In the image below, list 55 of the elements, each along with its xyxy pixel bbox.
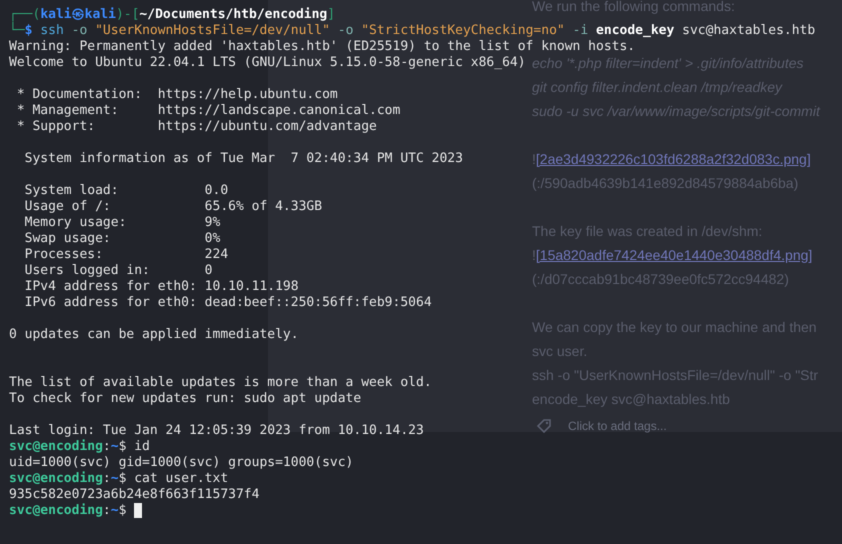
terminal-output: Memory usage: 9% xyxy=(24,215,220,230)
prompt-frame: )-[ xyxy=(116,7,140,22)
terminal-output: The list of available updates is more than a week old. xyxy=(9,375,432,390)
option-text: -i xyxy=(572,23,588,38)
terminal-output: System information as of Tue Mar 7 02:40:34 PM UTC 2023 xyxy=(24,151,463,166)
prompt-user: kali㉿kali xyxy=(40,7,116,22)
quoted-argument: "UserKnownHostsFile=/dev/null" xyxy=(95,23,330,38)
terminal-output: * Support: https://ubuntu.com/advantage xyxy=(16,119,377,134)
prompt-frame: ] xyxy=(327,7,336,22)
prompt-host: svc@encoding xyxy=(9,503,103,518)
terminal-output: * Documentation: https://help.ubuntu.com xyxy=(16,87,338,102)
terminal-output: Welcome to Ubuntu 22.04.1 LTS (GNU/Linux 5.15.0-58-generic x86_64) xyxy=(9,55,526,70)
terminal-output: Users logged in: 0 xyxy=(24,263,212,278)
tag-icon xyxy=(536,418,552,434)
prompt-path: ~ xyxy=(110,471,119,486)
terminal-output: * Management: https://landscape.canonical.com xyxy=(16,103,400,118)
prompt-frame: ┌──( xyxy=(9,7,40,22)
prompt-separator: : xyxy=(102,439,111,454)
terminal-output: uid=1000(svc) gid=1000(svc) groups=1000(svc) xyxy=(9,455,354,470)
quoted-argument: "StrictHostKeyChecking=no" xyxy=(361,23,565,38)
prompt-symbol: $ xyxy=(118,439,126,454)
command-name: ssh xyxy=(40,23,64,38)
terminal-output: Processes: 224 xyxy=(24,247,228,262)
prompt-frame: └─ xyxy=(9,23,25,38)
prompt-symbol: $ xyxy=(118,471,126,486)
terminal-output: 935c582e0723a6b24e8f663f115737f4 xyxy=(9,487,260,502)
image-link[interactable]: [2ae3d4932226c103fd6288a2f32d083c.png] xyxy=(536,151,811,167)
prompt-path: ~/Documents/htb/encoding xyxy=(139,7,328,22)
command-text: cat user.txt xyxy=(134,471,228,486)
prompt-path: ~ xyxy=(110,439,119,454)
prompt-host: svc@encoding xyxy=(9,471,103,486)
prompt-host: svc@encoding xyxy=(9,439,103,454)
option-text: -o xyxy=(338,23,354,38)
image-link[interactable]: [15a820adfe7424ee40e1440e30488df4.png] xyxy=(536,247,812,263)
key-file-name: encode_key xyxy=(596,23,674,38)
prompt-path: ~ xyxy=(110,503,119,518)
command-text: id xyxy=(134,439,150,454)
prompt-separator: : xyxy=(102,503,111,518)
terminal-output: Swap usage: 0% xyxy=(24,231,220,246)
terminal-output: IPv4 address for eth0: 10.10.11.198 xyxy=(24,279,299,294)
prompt-symbol: $ xyxy=(118,503,126,518)
terminal-output: Usage of /: 65.6% of 4.33GB xyxy=(24,199,322,214)
note-text: ! xyxy=(532,151,536,167)
terminal-output: Last login: Tue Jan 24 12:05:39 2023 from 10.10.14.23 xyxy=(9,423,424,438)
terminal-output: Warning: Permanently added 'haxtables.htb' (ED25519) to the list of known hosts. xyxy=(9,39,636,54)
terminal-output: To check for new updates run: sudo apt update xyxy=(9,391,362,406)
terminal-output: 0 updates can be applied immediately. xyxy=(9,327,299,342)
note-text: ! xyxy=(532,247,536,263)
prompt-symbol: $ xyxy=(24,23,32,38)
terminal-output: IPv6 address for eth0: dead:beef::250:56ff:feb9:5064 xyxy=(24,295,432,310)
host-argument: svc@haxtables.htb xyxy=(682,23,816,38)
option-text: -o xyxy=(72,23,88,38)
add-tags-field[interactable]: Click to add tags... xyxy=(568,419,667,433)
terminal-output: System load: 0.0 xyxy=(24,183,228,198)
prompt-separator: : xyxy=(102,471,111,486)
